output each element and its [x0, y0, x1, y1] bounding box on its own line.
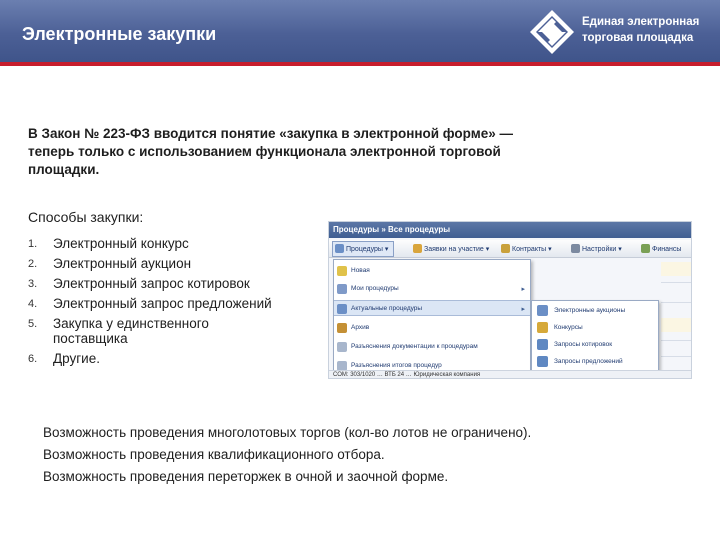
menu-item-current-procedures[interactable]: Актуальные процедуры ▸	[334, 300, 530, 316]
menu-item-label: Мои процедуры	[351, 285, 399, 292]
submenu-item-quotes[interactable]: Запросы котировок	[532, 336, 658, 353]
feature-line: Возможность проведения многолотовых торг…	[43, 425, 532, 440]
toolbar-finance[interactable]: Финансы	[641, 244, 681, 255]
list-text: Электронный запрос котировок	[53, 276, 250, 291]
submenu-item-proposals[interactable]: Запросы предложений	[532, 353, 658, 370]
table-divider	[661, 282, 691, 283]
submenu-item-label: Конкурсы	[554, 324, 583, 331]
my-procedures-icon	[337, 284, 347, 294]
toolbar-applications[interactable]: Заявки на участие ▾	[413, 244, 489, 255]
procedures-dropdown: Новая Мои процедуры ▸ Актуальные процедур…	[333, 259, 531, 378]
feature-line: Возможность проведения переторжек в очно…	[43, 469, 449, 484]
table-cell	[661, 318, 691, 332]
auction-icon	[537, 305, 548, 316]
list-text: Электронный аукцион	[53, 256, 192, 271]
list-text: Электронный конкурс	[53, 236, 189, 251]
list-number: 4.	[28, 298, 38, 310]
contest-icon	[537, 322, 548, 333]
submenu-item-contests[interactable]: Конкурсы	[532, 319, 658, 336]
window-title: Процедуры » Все процедуры	[329, 222, 691, 238]
menu-item-label: Разъяснения документации к процедурам	[351, 343, 478, 350]
list-item: 2. Электронный аукцион	[28, 256, 328, 271]
submenu-item-label: Запросы котировок	[554, 341, 613, 348]
toolbar: Процедуры ▾ Заявки на участие ▾ Контракт…	[329, 240, 691, 258]
features-block: Возможность проведения многолотовых торг…	[43, 422, 683, 488]
chevron-right-icon: ▸	[521, 306, 525, 313]
list-number: 5.	[28, 318, 38, 330]
toolbar-settings[interactable]: Настройки ▾	[571, 244, 622, 255]
archive-icon	[337, 323, 347, 333]
menu-item-my-procedures[interactable]: Мои процедуры ▸	[334, 281, 530, 297]
toolbar-label: Процедуры ▾	[346, 246, 389, 253]
page-title: Электронные закупки	[22, 24, 217, 44]
menu-item-label: Разъяснения итогов процедур	[351, 362, 442, 369]
submenu-item-label: Электронные аукционы	[554, 307, 626, 314]
etp-logo-icon	[530, 10, 574, 54]
list-text: Электронный запрос предложений	[53, 296, 272, 311]
procedures-icon	[335, 244, 344, 253]
app-screenshot: Процедуры » Все процедуры Процедуры ▾ За…	[328, 221, 692, 379]
list-item: 1. Электронный конкурс	[28, 236, 328, 251]
toolbar-label: Заявки на участие ▾	[424, 246, 490, 253]
table-divider	[661, 356, 691, 357]
table-divider	[661, 340, 691, 341]
toolbar-label: Финансы	[652, 246, 682, 253]
intro-paragraph: В Закон № 223-ФЗ вводится понятие «закуп…	[28, 126, 513, 177]
list-number: 2.	[28, 258, 38, 270]
header-bar: Электронные закупки Единая электронная т…	[0, 0, 720, 62]
header-accent-line	[0, 62, 720, 66]
contracts-icon	[501, 244, 510, 253]
menu-item-label: Актуальные процедуры	[351, 305, 423, 312]
menu-item-label: Новая	[351, 267, 370, 274]
applications-icon	[413, 244, 422, 253]
list-number: 6.	[28, 353, 38, 365]
toolbar-contracts[interactable]: Контракты ▾	[501, 244, 552, 255]
methods-list: 1. Электронный конкурс 2. Электронный аукц…	[28, 236, 328, 371]
clarification-docs-icon	[337, 342, 347, 352]
list-item: 3. Электронный запрос котировок	[28, 276, 328, 291]
proposals-icon	[537, 356, 548, 367]
table-divider	[661, 302, 691, 303]
current-procedures-submenu: Электронные аукционы Конкурсы Запросы ко…	[531, 300, 659, 372]
chevron-right-icon: ▸	[521, 286, 525, 293]
feature-line: Возможность проведения квалификационного…	[43, 447, 385, 462]
toolbar-procedures[interactable]: Процедуры ▾	[335, 244, 388, 255]
settings-icon	[571, 244, 580, 253]
list-item: 5. Закупка у единственного поставщика	[28, 316, 328, 346]
toolbar-label: Настройки ▾	[582, 246, 622, 253]
toolbar-label: Контракты ▾	[512, 246, 552, 253]
new-icon	[337, 266, 347, 276]
menu-item-archive[interactable]: Архив	[334, 320, 530, 336]
logo-line-1: Единая электронная	[582, 16, 700, 28]
menu-item-clarification-docs[interactable]: Разъяснения документации к процедурам	[334, 339, 530, 355]
list-number: 3.	[28, 278, 38, 290]
list-text: Закупка у единственного поставщика	[53, 316, 209, 346]
list-text: Другие.	[53, 351, 100, 366]
list-item: 4. Электронный запрос предложений	[28, 296, 328, 311]
logo-text: Единая электронная торговая площадка	[582, 14, 699, 46]
submenu-item-auctions[interactable]: Электронные аукционы	[532, 302, 658, 319]
quotes-icon	[537, 339, 548, 350]
submenu-item-label: Запросы предложений	[554, 358, 623, 365]
current-procedures-icon	[337, 304, 347, 314]
list-number: 1.	[28, 238, 38, 250]
logo-line-2: торговая площадка	[582, 32, 694, 44]
table-cell	[661, 262, 691, 276]
table-row: СОМ: 303/1020 … ВТБ 24 … Юридическая ком…	[329, 370, 691, 378]
menu-item-new[interactable]: Новая	[334, 263, 530, 279]
list-item: 6. Другие.	[28, 351, 328, 366]
finance-icon	[641, 244, 650, 253]
menu-item-label: Архив	[351, 324, 370, 331]
methods-title: Способы закупки:	[28, 209, 144, 225]
